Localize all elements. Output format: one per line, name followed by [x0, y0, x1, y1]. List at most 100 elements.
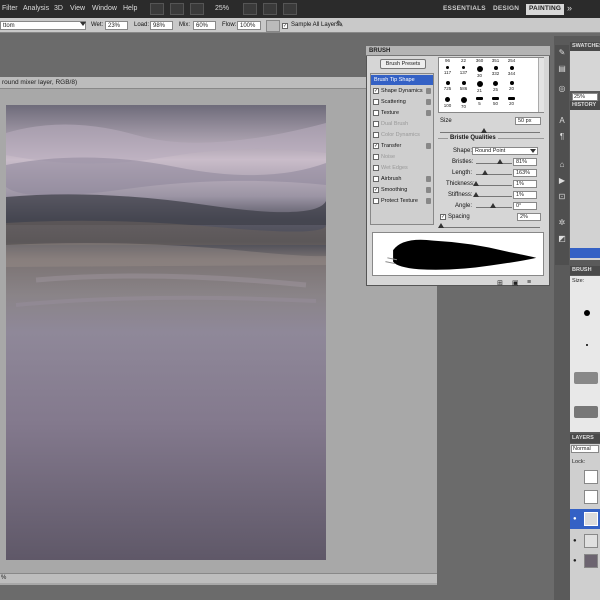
brush-tip-grid[interactable]: 96 22 360 351 254 117 137 30 332 344 725…	[438, 57, 544, 113]
tool-presets-icon[interactable]: ⌂	[556, 159, 568, 171]
thickness-slider-handle[interactable]	[473, 181, 479, 186]
brush-tip[interactable]: 20	[505, 95, 518, 113]
lock-icon[interactable]	[426, 176, 431, 182]
brush-tip[interactable]: 100	[441, 95, 454, 113]
option-noise[interactable]: Noise	[371, 152, 433, 162]
checkbox[interactable]	[373, 99, 379, 105]
brush-presets-panel-header[interactable]: BRUSH PR	[570, 266, 600, 282]
actions-icon[interactable]: ▶	[556, 175, 568, 187]
size-field[interactable]: 50 px	[515, 117, 541, 125]
option-shape-dynamics[interactable]: ✓ Shape Dynamics	[371, 86, 433, 96]
angle-slider-handle[interactable]	[490, 203, 496, 208]
angle-field[interactable]: 0°	[513, 202, 537, 210]
stiffness-slider-track[interactable]	[476, 196, 512, 197]
layer-thumbnail[interactable]	[584, 490, 598, 504]
checkbox[interactable]	[373, 198, 379, 204]
layer-thumbnail[interactable]	[584, 512, 598, 526]
preset-bristle-brush-2[interactable]	[574, 406, 598, 418]
option-wet-edges[interactable]: Wet Edges	[371, 163, 433, 173]
spacing-slider-handle[interactable]	[438, 223, 444, 228]
workspace-painting[interactable]: PAINTING	[526, 4, 565, 15]
menu-view[interactable]: View	[70, 5, 85, 12]
bristles-slider-handle[interactable]	[497, 159, 503, 164]
brush-tip[interactable]: 70	[457, 95, 470, 113]
clone-source-icon[interactable]: ◎	[556, 83, 568, 95]
adjustments-icon[interactable]: ✲	[556, 217, 568, 229]
option-color-dynamics[interactable]: Color Dynamics	[371, 130, 433, 140]
zoom-field[interactable]: 25%	[572, 93, 598, 101]
arrange-documents-button[interactable]	[243, 3, 257, 15]
tip-grid-scrollbar[interactable]	[538, 58, 544, 112]
checkbox[interactable]: ✓	[373, 187, 379, 193]
painting-canvas[interactable]	[6, 105, 326, 560]
workspace-essentials[interactable]: ESSENTIALS	[440, 4, 489, 15]
pressure-icon[interactable]: ✎	[336, 19, 344, 30]
load-field[interactable]: 98%	[150, 21, 173, 30]
option-scattering[interactable]: Scattering	[371, 97, 433, 107]
brush-panel-tab[interactable]: BRUSH	[366, 46, 550, 56]
preset-round-hard[interactable]	[584, 310, 590, 316]
navigator-icon[interactable]: ⊡	[556, 191, 568, 203]
option-protect-texture[interactable]: Protect Texture	[371, 196, 433, 206]
masks-icon[interactable]: ◩	[556, 233, 568, 245]
checkbox[interactable]	[373, 165, 379, 171]
launch-bridge-button[interactable]	[150, 3, 164, 15]
spacing-slider-track[interactable]	[440, 227, 540, 228]
length-slider-handle[interactable]	[482, 170, 488, 175]
eye-icon[interactable]: ●	[573, 516, 577, 522]
layer-thumbnail[interactable]	[584, 534, 598, 548]
spacing-checkbox[interactable]: ✓	[440, 214, 446, 220]
option-texture[interactable]: Texture	[371, 108, 433, 118]
stiffness-slider-handle[interactable]	[473, 192, 479, 197]
checkbox[interactable]	[373, 132, 379, 138]
thickness-field[interactable]: 1%	[513, 180, 537, 188]
history-selected-state[interactable]	[570, 248, 600, 258]
history-list[interactable]	[570, 110, 600, 260]
size-slider-handle[interactable]	[481, 128, 487, 133]
lock-icon[interactable]	[426, 198, 431, 204]
airbrush-icon[interactable]	[266, 20, 280, 32]
character-icon[interactable]: A	[556, 115, 568, 127]
mix-field[interactable]: 60%	[193, 21, 216, 30]
spacing-field[interactable]: 2%	[517, 213, 541, 221]
hand-tool-button[interactable]	[190, 3, 204, 15]
swatches-panel-header[interactable]: SWATCHES	[570, 42, 600, 51]
lock-icon[interactable]	[426, 187, 431, 193]
brush-presets-list[interactable]: Size:	[570, 276, 600, 432]
bristles-field[interactable]: 81%	[513, 158, 537, 166]
shape-select[interactable]: Round Point	[472, 147, 538, 155]
brush-panel-icon[interactable]: ✎	[556, 47, 568, 59]
menu-help[interactable]: Help	[123, 5, 137, 12]
lock-icon[interactable]	[426, 99, 431, 105]
preset-bristle-brush[interactable]	[574, 372, 598, 384]
lock-icon[interactable]	[426, 88, 431, 94]
preset-round-small[interactable]	[586, 344, 588, 346]
option-airbrush[interactable]: Airbrush	[371, 174, 433, 184]
view-extras-button[interactable]	[170, 3, 184, 15]
workspace-design[interactable]: DESIGN	[490, 4, 522, 15]
bristles-slider-track[interactable]	[476, 163, 512, 164]
eye-icon[interactable]: ●	[573, 558, 577, 564]
option-dual-brush[interactable]: Dual Brush	[371, 119, 433, 129]
menu-window[interactable]: Window	[92, 5, 117, 12]
checkbox[interactable]	[373, 110, 379, 116]
screen-mode-button[interactable]	[263, 3, 277, 15]
flow-field[interactable]: 100%	[237, 21, 261, 30]
brush-tip[interactable]: 50	[489, 95, 502, 113]
rotate-view-button[interactable]	[283, 3, 297, 15]
checkbox[interactable]	[373, 154, 379, 160]
presets-icon[interactable]: ▤	[556, 63, 568, 75]
length-field[interactable]: 163%	[513, 169, 537, 177]
brush-presets-button[interactable]: Brush Presets	[380, 59, 426, 69]
checkbox[interactable]: ✓	[373, 88, 379, 94]
thickness-slider-track[interactable]	[476, 185, 512, 186]
wet-field[interactable]: 23%	[105, 21, 128, 30]
eye-icon[interactable]: ●	[573, 538, 577, 544]
new-preset-icon[interactable]: ▣	[512, 279, 519, 287]
panel-menu-icon[interactable]: ≡	[527, 279, 531, 286]
option-brush-tip-shape[interactable]: Brush Tip Shape	[371, 75, 433, 85]
menu-filter[interactable]: Filter	[2, 5, 18, 12]
paragraph-icon[interactable]: ¶	[556, 131, 568, 143]
layers-panel-header[interactable]: LAYERS	[570, 434, 600, 443]
bristle-preview-icon[interactable]: ⊞	[497, 279, 503, 287]
